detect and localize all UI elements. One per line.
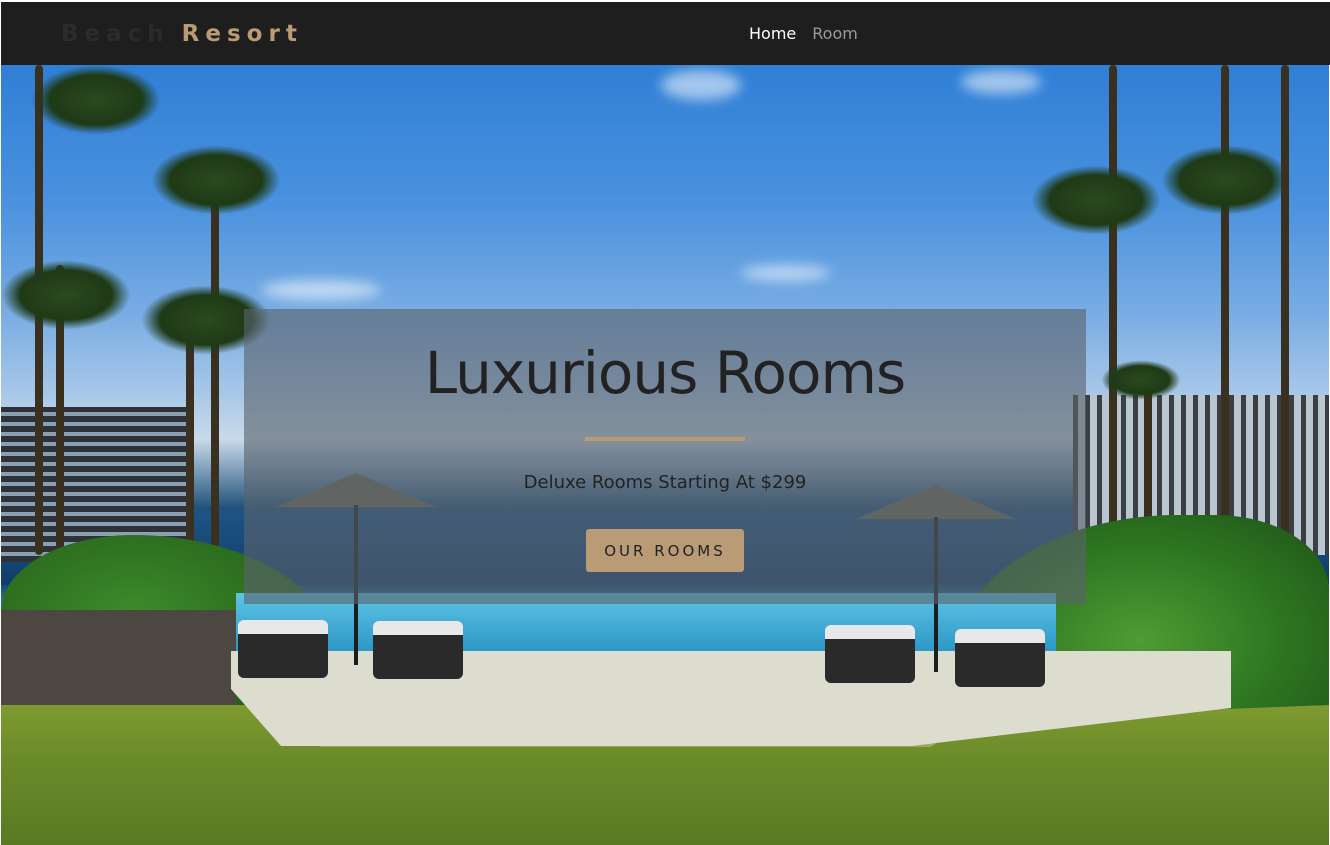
brand-prefix: Beach — [61, 21, 170, 47]
palm-trunk — [211, 165, 219, 585]
nav-link-room[interactable]: Room — [812, 24, 858, 43]
lounger — [955, 629, 1045, 687]
palm-leaves — [1101, 360, 1181, 400]
nav-link-home[interactable]: Home — [749, 24, 796, 43]
our-rooms-button[interactable]: OUR ROOMS — [586, 529, 744, 572]
title-underline — [585, 437, 745, 441]
brand-logo[interactable]: Beach Resort — [61, 2, 303, 65]
hero-subtitle: Deluxe Rooms Starting At $299 — [523, 472, 807, 493]
palm-leaves — [1031, 165, 1161, 235]
brand-name: Resort — [181, 21, 303, 47]
lounger — [373, 621, 463, 679]
lounger — [238, 620, 328, 678]
palm-leaves — [1161, 145, 1291, 215]
cloud — [961, 70, 1041, 94]
lounger — [825, 625, 915, 683]
palm-trunk — [1109, 65, 1117, 585]
nav-links: Home Room — [749, 2, 858, 65]
cloud — [261, 280, 381, 300]
hero-banner: Luxurious Rooms Deluxe Rooms Starting At… — [244, 309, 1086, 604]
palm-leaves — [1, 260, 131, 330]
palm-leaves — [31, 65, 161, 135]
navbar: Beach Resort Home Room — [1, 2, 1330, 65]
page: Beach Resort Home Room Luxurious Rooms D… — [0, 0, 1330, 845]
cloud — [741, 265, 831, 281]
hero-title: Luxurious Rooms — [424, 339, 906, 407]
palm-leaves — [151, 145, 281, 215]
cloud — [661, 70, 741, 100]
